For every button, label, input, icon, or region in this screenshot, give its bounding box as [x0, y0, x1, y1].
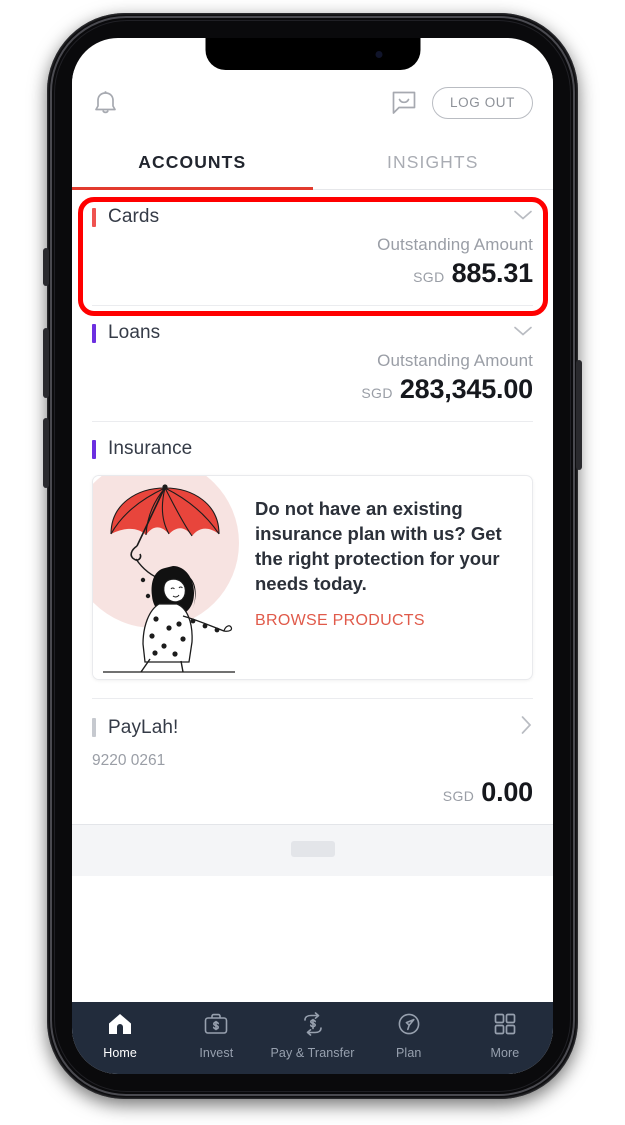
- volume-up-button[interactable]: [43, 328, 49, 398]
- chat-bubble-icon[interactable]: [390, 89, 418, 117]
- home-icon: [107, 1012, 133, 1041]
- chevron-down-icon[interactable]: [513, 208, 533, 226]
- cards-amount-block: Outstanding Amount SGD 885.31: [92, 228, 533, 305]
- nav-label-pay-transfer: Pay & Transfer: [270, 1046, 355, 1060]
- insurance-header: Insurance: [92, 438, 533, 460]
- paylah-amount-value: 0.00: [481, 777, 533, 807]
- section-loans[interactable]: Loans Outstanding Amount SGD 283,345.00: [72, 306, 553, 421]
- compass-cursor-icon: [396, 1012, 422, 1041]
- cards-title: Cards: [108, 206, 160, 227]
- cards-accent-bar: [92, 207, 96, 227]
- display-notch: [205, 38, 420, 70]
- nav-item-plan[interactable]: Plan: [361, 1012, 457, 1060]
- nav-item-pay-transfer[interactable]: Pay & Transfer: [264, 1012, 360, 1060]
- browse-products-link[interactable]: BROWSE PRODUCTS: [255, 612, 516, 630]
- loans-amount-label: Outstanding Amount: [377, 351, 533, 370]
- front-camera: [375, 51, 382, 58]
- loans-currency: SGD: [361, 385, 393, 401]
- section-paylah[interactable]: PayLah! 9220 0261 SGD 0.00: [72, 699, 553, 824]
- next-section-peek[interactable]: [72, 824, 553, 876]
- chevron-right-icon[interactable]: [520, 715, 533, 740]
- chevron-down-icon[interactable]: [513, 324, 533, 342]
- accounts-scroll-area[interactable]: Cards Outstanding Amount SGD 885.31 Loan…: [72, 190, 553, 1002]
- insurance-title: Insurance: [108, 438, 193, 459]
- section-cards[interactable]: Cards Outstanding Amount SGD 885.31: [72, 190, 553, 305]
- tab-accounts[interactable]: ACCOUNTS: [72, 136, 313, 191]
- nav-label-home: Home: [103, 1046, 137, 1060]
- loans-amount-line: SGD 283,345.00: [92, 374, 533, 405]
- paylah-title: PayLah!: [108, 716, 179, 738]
- nav-item-invest[interactable]: Invest: [168, 1012, 264, 1060]
- transfer-dollar-icon: [298, 1012, 328, 1041]
- insurance-promo-copy: Do not have an existing insurance plan w…: [255, 498, 502, 594]
- tab-bar: ACCOUNTS INSIGHTS: [72, 136, 554, 191]
- logout-button[interactable]: LOG OUT: [432, 87, 533, 119]
- paylah-account-number: 9220 0261: [92, 752, 166, 769]
- loans-title: Loans: [108, 322, 161, 343]
- cards-amount-line: SGD 885.31: [92, 258, 533, 289]
- peek-placeholder: [290, 841, 335, 857]
- insurance-promo-card[interactable]: Do not have an existing insurance plan w…: [92, 475, 533, 680]
- nav-label-plan: Plan: [396, 1046, 422, 1060]
- nav-label-more: More: [490, 1046, 520, 1060]
- nav-item-more[interactable]: More: [457, 1012, 553, 1060]
- loans-accent-bar: [92, 323, 96, 343]
- cards-amount-label: Outstanding Amount: [377, 235, 533, 254]
- woman-with-red-umbrella-illustration: [93, 476, 243, 679]
- paylah-accent-bar: [92, 718, 96, 737]
- nav-label-invest: Invest: [199, 1046, 234, 1060]
- nav-item-home[interactable]: Home: [72, 1012, 168, 1060]
- screenshot-root: LOG OUT ACCOUNTS INSIGHTS Cards Outstand…: [0, 0, 625, 1125]
- briefcase-dollar-icon: [203, 1012, 229, 1041]
- loans-header[interactable]: Loans: [92, 322, 533, 344]
- insurance-promo-text-area: Do not have an existing insurance plan w…: [243, 476, 532, 679]
- insurance-accent-bar: [92, 439, 96, 459]
- header-actions: LOG OUT: [390, 87, 533, 119]
- loans-amount-value: 283,345.00: [399, 374, 533, 404]
- bell-icon[interactable]: [92, 89, 119, 118]
- cards-amount-value: 885.31: [451, 258, 534, 288]
- bottom-navigation-bar: Home Invest Pay & Transfer Plan More: [72, 1002, 553, 1074]
- volume-down-button[interactable]: [43, 418, 49, 488]
- paylah-amount-block: SGD 0.00: [92, 770, 533, 824]
- grid-icon: [492, 1012, 518, 1041]
- paylah-amount-line: SGD 0.00: [92, 777, 533, 808]
- paylah-currency: SGD: [442, 788, 475, 804]
- section-insurance[interactable]: Insurance Do not have an existing insura…: [72, 422, 553, 680]
- paylah-header[interactable]: PayLah!: [92, 715, 533, 740]
- power-button[interactable]: [576, 360, 582, 470]
- app-header: LOG OUT: [72, 70, 553, 136]
- tab-insights[interactable]: INSIGHTS: [313, 136, 554, 189]
- cards-currency: SGD: [413, 269, 445, 285]
- cards-header[interactable]: Cards: [92, 206, 533, 228]
- silent-switch-button[interactable]: [43, 248, 49, 286]
- phone-screen: LOG OUT ACCOUNTS INSIGHTS Cards Outstand…: [72, 38, 553, 1074]
- loans-amount-block: Outstanding Amount SGD 283,345.00: [92, 344, 533, 421]
